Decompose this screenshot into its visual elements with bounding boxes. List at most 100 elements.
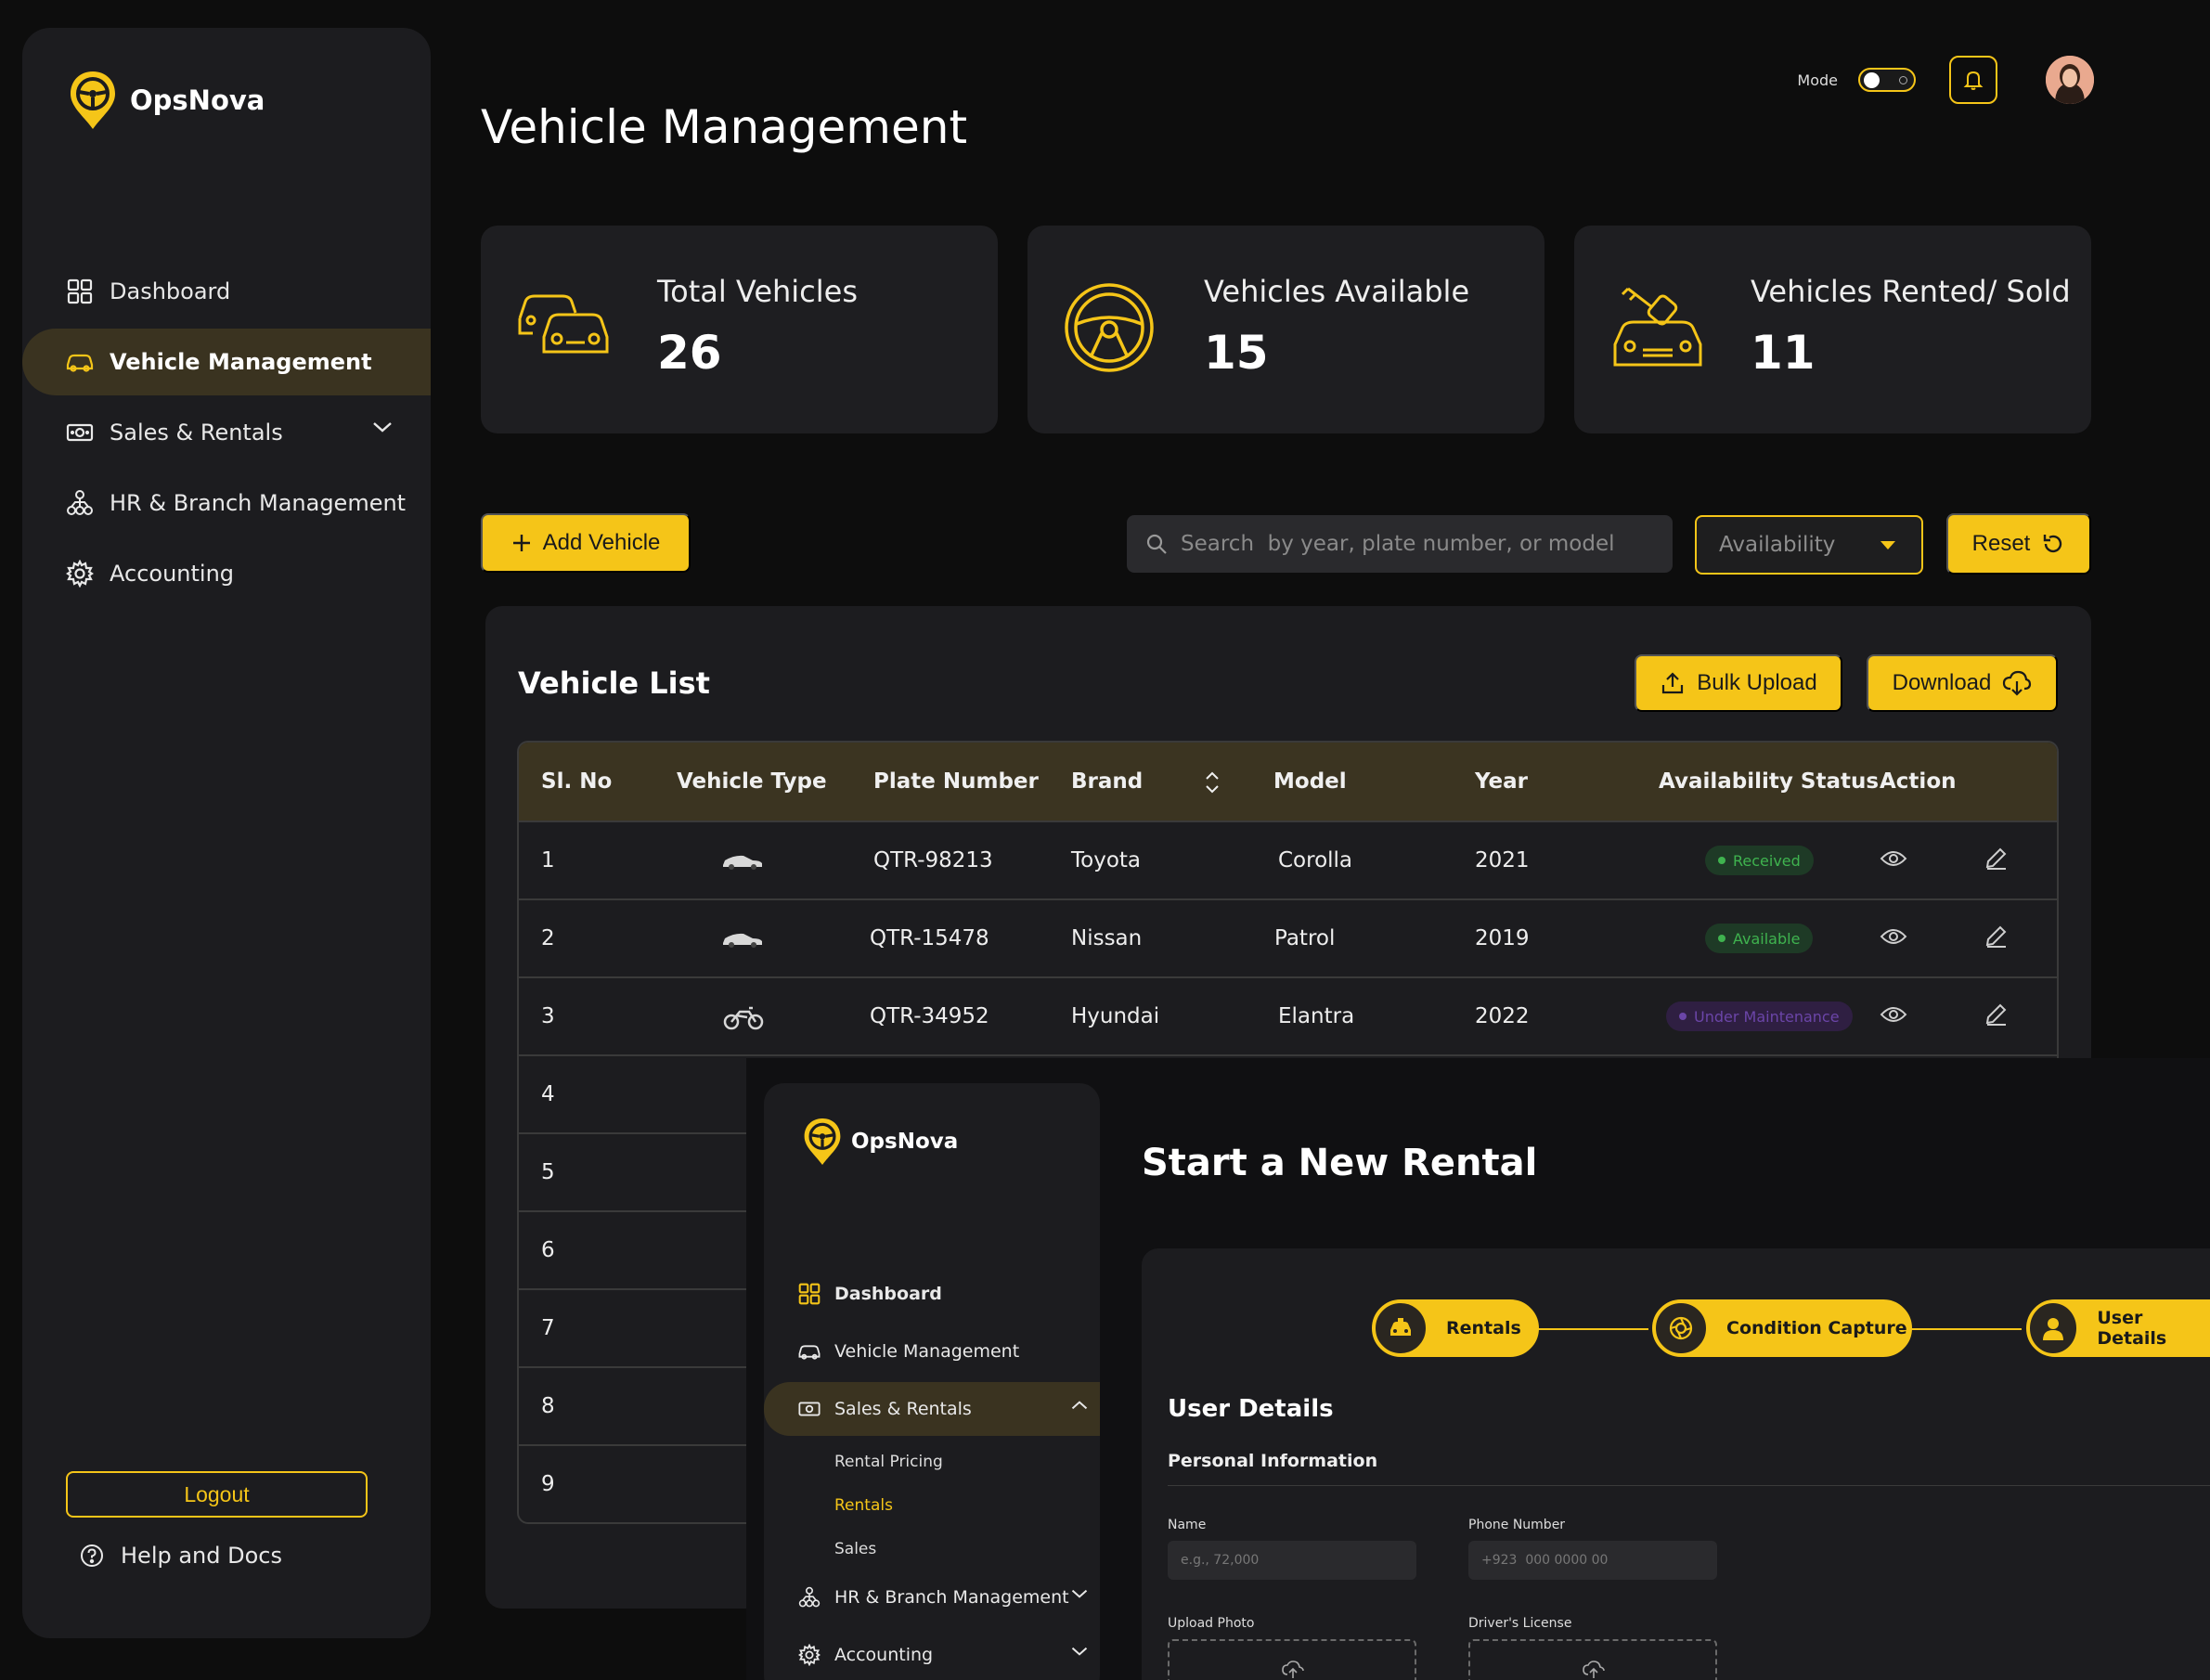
step-label: Rentals [1446,1318,1521,1338]
mode-toggle[interactable] [1858,68,1916,92]
plus-icon [512,535,530,551]
cloud-upload-icon [1583,1661,1605,1678]
col-header: Plate Number [873,769,1039,794]
drivers-license-dropzone[interactable] [1468,1639,1717,1680]
divider [1168,1485,2210,1486]
help-link[interactable]: Help and Docs [80,1543,282,1569]
sidebar-item-dashboard[interactable]: Dashboard [22,258,431,325]
brand-name: OpsNova [851,1130,959,1154]
sidebar-item-label: Sales & Rentals [834,1399,972,1419]
sidebar-nav: Dashboard Vehicle Management Sales & Ren… [22,258,431,611]
cars-icon [518,294,609,354]
sidebar-item-vehicle-management[interactable]: Vehicle Management [764,1325,1100,1378]
bell-icon [1963,71,1984,90]
availability-placeholder: Availability [1719,533,1836,557]
cell-sl-no: 9 [541,1472,555,1496]
sort-icon[interactable] [1204,770,1221,795]
sidebar-item-label: Accounting [834,1645,934,1665]
vehicle-list-title: Vehicle List [518,666,710,701]
notification-button[interactable] [1949,56,1997,104]
grid-icon [797,1282,821,1306]
sidebar-item-hr-branch[interactable]: HR & Branch Management [764,1570,1100,1624]
stat-card-available: Vehicles Available 15 [1027,226,1544,433]
rental-form-card: Rentals Condition Capture User Details U… [1142,1248,2210,1680]
availability-select[interactable]: Availability [1695,515,1923,575]
stat-value: 11 [1751,326,1816,380]
cash-icon [797,1397,821,1421]
submenu-sales[interactable]: Sales [764,1527,1100,1570]
col-header: Action [1880,769,1957,794]
name-label: Name [1168,1518,1207,1532]
sidebar-item-sales-rentals[interactable]: Sales & Rentals [764,1382,1100,1436]
rental-sidebar-nav: Dashboard Vehicle Management Sales & Ren… [764,1267,1100,1680]
view-icon[interactable] [1880,1004,1907,1025]
sidebar-item-label: Vehicle Management [834,1341,1020,1362]
chevron-down-icon[interactable] [371,420,394,434]
grid-icon [65,277,95,306]
org-chart-icon [65,488,95,518]
cloud-download-icon [2003,670,2032,696]
submenu-rental-pricing[interactable]: Rental Pricing [764,1440,1100,1483]
chevron-up-icon[interactable] [1070,1399,1089,1412]
help-icon [81,1544,103,1567]
cell-sl-no: 5 [541,1160,555,1184]
gear-icon [65,559,95,588]
steering-pin-icon [71,71,115,129]
car-key-icon [1613,287,1702,367]
step-condition-capture[interactable]: Condition Capture [1652,1299,1912,1357]
chevron-down-icon[interactable] [1070,1587,1089,1600]
stat-label: Vehicles Rented/ Sold [1751,274,2071,309]
view-icon[interactable] [1880,926,1907,947]
cell-plate: QTR-34952 [870,1004,989,1028]
avatar[interactable] [2046,56,2094,104]
table-row: 1 QTR-98213 Toyota Corolla 2021 Received [519,821,2057,898]
cell-model: Elantra [1278,1004,1355,1028]
car-icon [723,933,762,948]
logout-button[interactable]: Logout [66,1471,368,1518]
col-header: Brand [1071,769,1144,794]
step-rentals[interactable]: Rentals [1372,1299,1539,1357]
car-icon [723,855,762,870]
cell-plate: QTR-98213 [873,848,993,872]
bulk-upload-button[interactable]: Bulk Upload [1635,654,1842,712]
upload-photo-dropzone[interactable] [1168,1639,1416,1680]
sidebar: OpsNova Dashboard Vehicle Management Sal… [22,28,431,1638]
sidebar-item-dashboard[interactable]: Dashboard [764,1267,1100,1321]
edit-icon[interactable] [1984,1002,2008,1027]
chevron-down-icon[interactable] [1070,1645,1089,1658]
status-badge: Received [1705,846,1814,875]
sidebar-item-accounting[interactable]: Accounting [22,540,431,607]
add-vehicle-button[interactable]: Add Vehicle [481,513,691,573]
brand-logo: OpsNova [803,1117,958,1167]
download-label: Download [1892,670,1992,695]
sidebar-item-hr-branch[interactable]: HR & Branch Management [22,470,431,536]
sidebar-item-vehicle-management[interactable]: Vehicle Management [22,329,431,395]
steering-wheel-icon [1065,283,1154,372]
cell-year: 2019 [1475,926,1530,950]
status-badge: Under Maintenance [1666,1002,1853,1031]
reset-button[interactable]: Reset [1946,513,2091,575]
sidebar-item-label: HR & Branch Management [110,490,407,516]
brand-name: OpsNova [130,84,265,116]
name-field[interactable] [1168,1541,1416,1580]
phone-label: Phone Number [1468,1518,1566,1532]
search-input[interactable] [1181,532,1663,556]
sidebar-item-sales-rentals[interactable]: Sales & Rentals [22,399,431,466]
sidebar-item-label: Accounting [110,561,235,587]
cell-year: 2021 [1475,848,1530,872]
cell-sl-no: 6 [541,1238,555,1262]
step-user-details[interactable]: User Details [2026,1299,2210,1357]
download-button[interactable]: Download [1867,654,2058,712]
cell-model: Patrol [1274,926,1336,950]
search-icon [1146,534,1167,554]
sidebar-item-accounting[interactable]: Accounting [764,1628,1100,1680]
submenu-rentals[interactable]: Rentals [764,1483,1100,1527]
edit-icon[interactable] [1984,846,2008,871]
rental-sidebar: OpsNova Dashboard Vehicle Management Sal… [764,1083,1100,1680]
phone-field[interactable] [1468,1541,1717,1580]
step-label: Condition Capture [1726,1318,1907,1338]
cloud-upload-icon [1282,1661,1304,1678]
car-icon [797,1339,821,1363]
view-icon[interactable] [1880,848,1907,869]
edit-icon[interactable] [1984,924,2008,949]
